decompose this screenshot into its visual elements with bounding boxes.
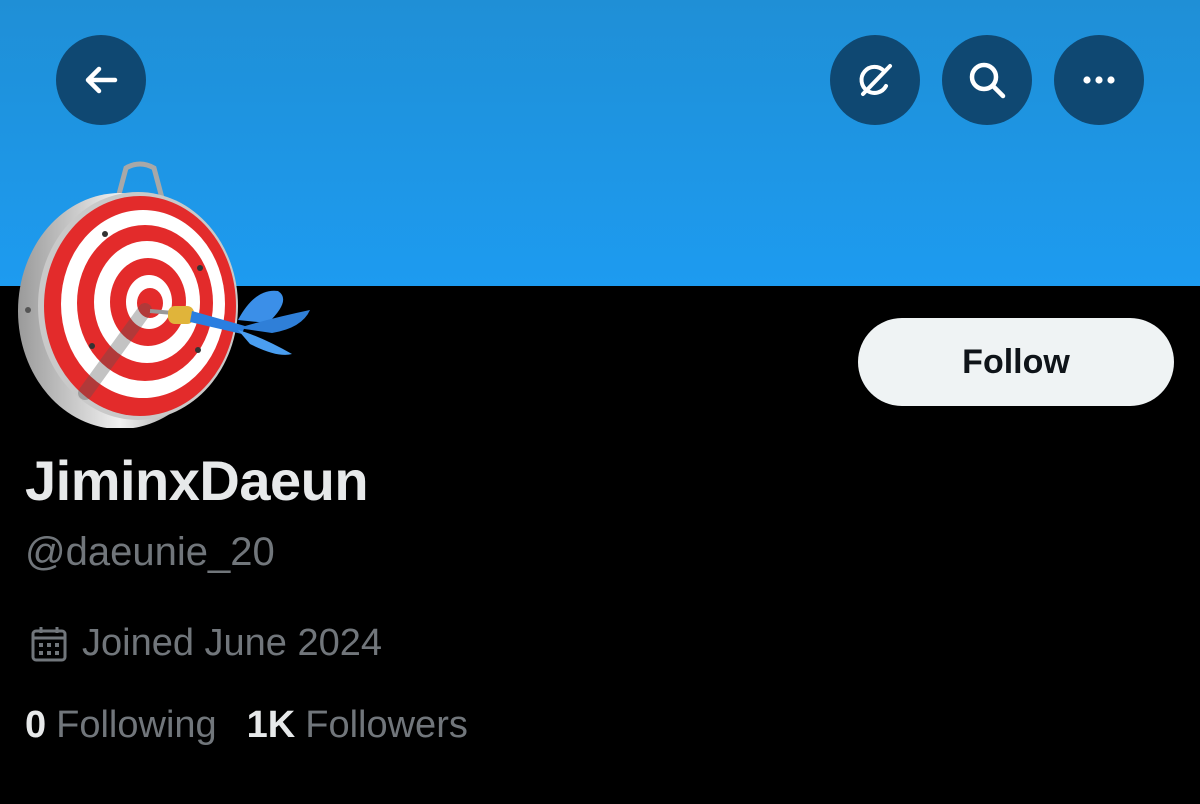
display-name: JiminxDaeun — [25, 449, 369, 512]
more-options-button[interactable] — [1054, 35, 1144, 125]
follow-button[interactable]: Follow — [858, 318, 1174, 406]
following-count: 0 — [25, 704, 47, 746]
followers-link[interactable]: 1K Followers — [247, 704, 468, 747]
back-button[interactable] — [56, 35, 146, 125]
following-label: Following — [56, 704, 217, 746]
search-icon — [969, 62, 1006, 99]
following-link[interactable]: 0 Following — [25, 704, 217, 747]
profile-avatar[interactable] — [10, 158, 320, 428]
more-icon — [1083, 76, 1115, 84]
search-button[interactable] — [942, 35, 1032, 125]
arrow-left-icon — [85, 66, 118, 94]
followers-label: Followers — [305, 704, 468, 746]
followers-count: 1K — [246, 704, 296, 746]
calendar-icon — [31, 626, 67, 661]
grok-icon — [859, 64, 892, 96]
user-handle: @daeunie_20 — [25, 530, 275, 574]
profile-stats: 0 Following 1K Followers — [25, 704, 468, 747]
grok-button[interactable] — [830, 35, 920, 125]
joined-date: Joined June 2024 — [30, 622, 382, 665]
joined-text: Joined June 2024 — [82, 622, 383, 664]
